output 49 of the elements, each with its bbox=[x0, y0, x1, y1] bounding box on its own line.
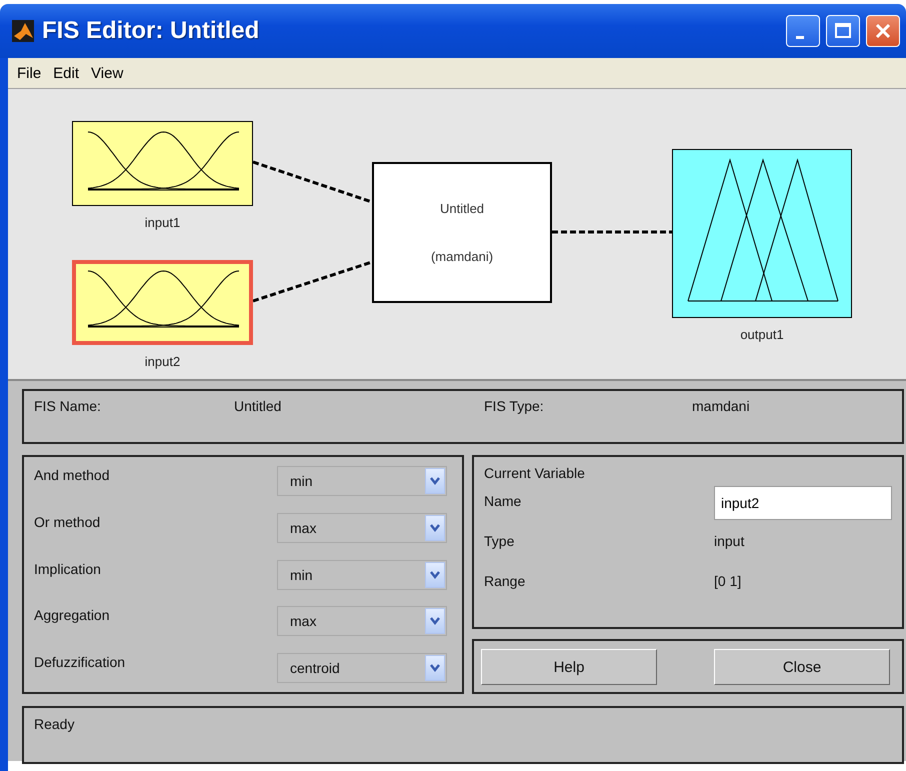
method-dropdown[interactable]: min bbox=[277, 560, 447, 590]
method-dropdown[interactable]: centroid bbox=[277, 653, 447, 684]
dialog-button[interactable]: Help bbox=[481, 649, 657, 685]
window-title: FIS Editor: Untitled bbox=[42, 17, 260, 45]
maximize-button[interactable] bbox=[826, 15, 860, 47]
caret-icon bbox=[425, 562, 445, 588]
maximize-icon bbox=[834, 22, 852, 40]
caret-icon bbox=[425, 608, 445, 634]
app-logo-icon bbox=[12, 20, 34, 42]
menu-item[interactable]: Edit bbox=[48, 62, 84, 84]
close-button[interactable] bbox=[866, 15, 900, 47]
method-label: And method bbox=[34, 466, 110, 483]
minimize-icon bbox=[796, 36, 804, 38]
method-label: Defuzzification bbox=[34, 653, 126, 670]
output-node[interactable] bbox=[672, 149, 852, 318]
caret-icon bbox=[425, 655, 445, 682]
method-dropdown[interactable]: max bbox=[277, 606, 447, 636]
dialog-button[interactable]: Close bbox=[714, 649, 890, 685]
status-text: Ready bbox=[34, 716, 74, 732]
field-value: [0 1] bbox=[714, 573, 742, 589]
method-label: Implication bbox=[34, 560, 102, 577]
field-label: FIS Type: bbox=[484, 398, 545, 416]
input-node[interactable] bbox=[72, 121, 253, 206]
caret-icon bbox=[425, 468, 445, 494]
input-node[interactable] bbox=[72, 260, 253, 345]
close-icon bbox=[874, 22, 892, 40]
field-value: input bbox=[714, 533, 746, 549]
minimize-button[interactable] bbox=[786, 15, 820, 47]
method-label: Aggregation bbox=[34, 606, 111, 624]
method-label: Or method bbox=[34, 512, 102, 530]
panel-title: Current Variable bbox=[484, 465, 586, 481]
node-label: input1 bbox=[144, 215, 180, 230]
node-label: output1 bbox=[740, 327, 784, 342]
field-label: FIS Name: bbox=[34, 398, 102, 416]
field-label: Type bbox=[484, 533, 516, 549]
system-name: Untitled bbox=[440, 201, 484, 216]
method-dropdown[interactable]: min bbox=[277, 466, 447, 496]
menu-item[interactable]: File bbox=[12, 62, 46, 84]
method-dropdown[interactable]: max bbox=[277, 512, 447, 543]
fis-type-value: mamdani bbox=[692, 398, 751, 416]
system-type: (mamdani) bbox=[430, 249, 494, 264]
field-label: Name bbox=[484, 493, 522, 509]
caret-icon bbox=[425, 514, 445, 541]
node-label: input2 bbox=[144, 354, 180, 369]
menu-item[interactable]: View bbox=[86, 62, 128, 84]
fis-name-value: Untitled bbox=[234, 398, 282, 416]
system-node[interactable]: Untitled (mamdani) bbox=[372, 162, 552, 303]
name-field[interactable]: input2 bbox=[714, 486, 892, 520]
field-label: Range bbox=[484, 573, 526, 589]
